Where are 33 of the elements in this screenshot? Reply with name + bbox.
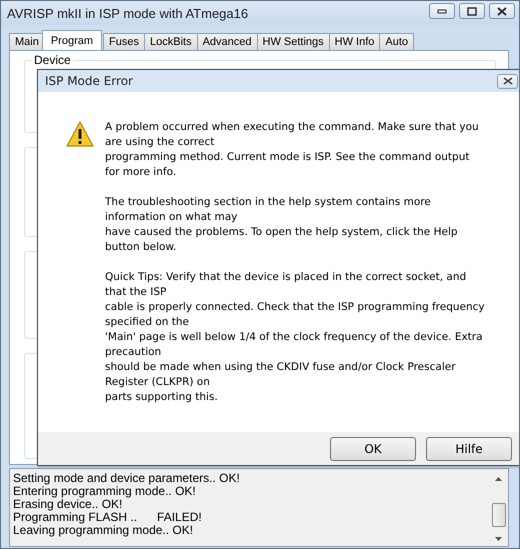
tab[interactable]: Program xyxy=(42,30,102,50)
log-line: Setting mode and device parameters.. OK! xyxy=(13,472,240,485)
minimize-icon xyxy=(437,8,447,14)
tab[interactable]: HW Settings xyxy=(256,33,330,50)
error-message: The troubleshooting section in the help system contains more information on what may have caused the problems. To open the help system, click the Help button below. xyxy=(105,195,459,255)
minimize-button[interactable] xyxy=(429,3,455,19)
log-line: Entering programming mode.. OK! xyxy=(13,485,196,498)
dialog-title: ISP Mode Error xyxy=(45,74,133,88)
error-message: Quick Tips: Verify that the device is placed in the correct socket, and that the ISP cable is properly connected. Check that the ISP programming frequency specified on the 'Main' page is well below 1/4 of the clock frequency of the device. Extra precaution should be made when using the CKDIV fuse and/or Clock Prescaler Register (CLKPR) on parts supporting this. xyxy=(105,270,486,405)
log-line: Erasing device.. OK! xyxy=(13,498,122,511)
error-message: A problem occurred when executing the command. Make sure that you are using the correct programming method. Current mode is ISP. See the command output for more info. xyxy=(105,120,480,180)
maximize-button[interactable] xyxy=(459,3,485,19)
tab[interactable]: Auto xyxy=(379,33,414,50)
tab[interactable]: Advanced xyxy=(196,33,258,50)
log-line: Programming FLASH .. FAILED! xyxy=(13,511,203,524)
scrollbar-thumb[interactable] xyxy=(492,503,506,527)
log-line: Leaving programming mode.. OK! xyxy=(13,524,194,537)
dialog-button[interactable]: Hilfe xyxy=(426,436,512,460)
window-title: AVRISP mkII in ISP mode with ATmega16 xyxy=(7,6,248,20)
scroll-up-icon xyxy=(495,477,502,481)
close-icon xyxy=(502,77,512,85)
maximize-icon xyxy=(467,6,477,16)
dialog-button[interactable]: OK xyxy=(330,436,416,460)
close-button[interactable] xyxy=(489,3,515,19)
tab[interactable]: HW Info xyxy=(328,33,380,50)
close-button[interactable] xyxy=(497,74,518,88)
tab[interactable]: Fuses xyxy=(103,33,145,50)
tab[interactable]: Main xyxy=(9,33,45,50)
tab[interactable]: LockBits xyxy=(144,33,198,50)
group-label: Device xyxy=(33,53,72,67)
close-icon xyxy=(497,6,507,16)
warning-icon xyxy=(66,121,94,147)
scroll-down-icon xyxy=(495,537,502,541)
